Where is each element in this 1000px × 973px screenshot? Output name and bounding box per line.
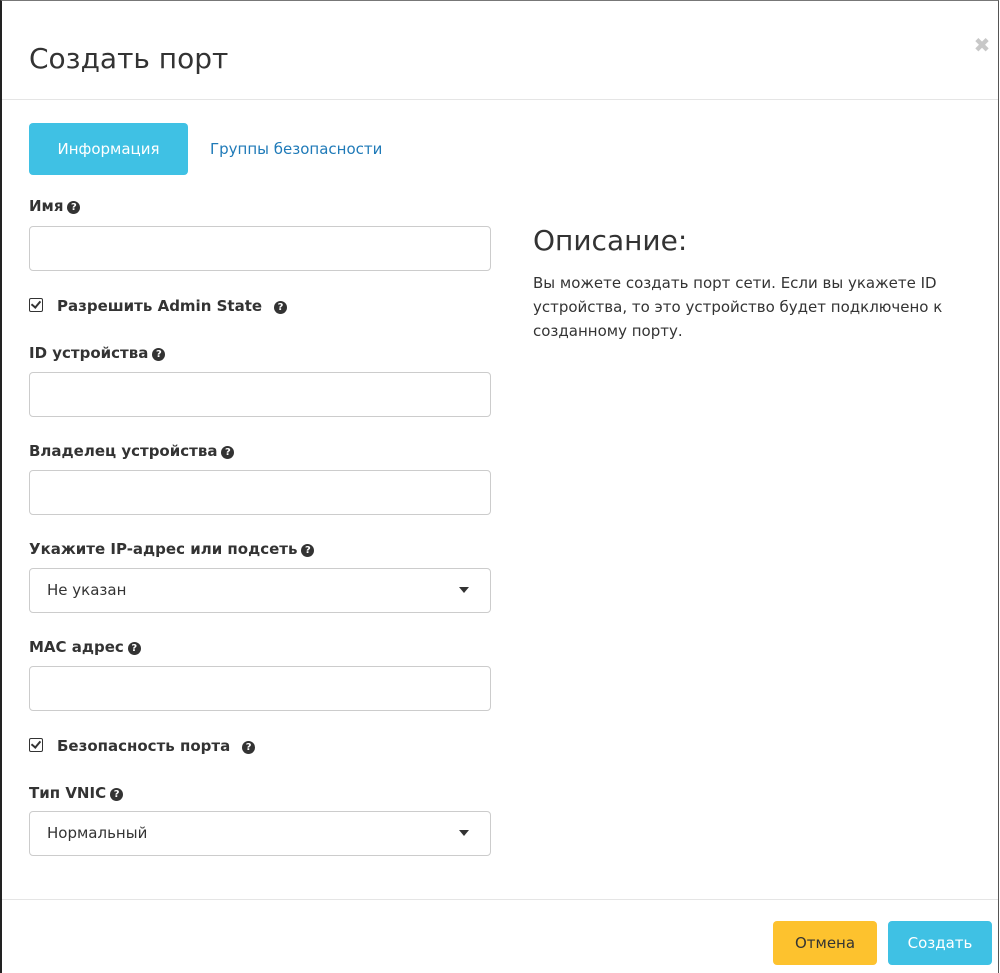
checkbox-checked-icon[interactable] [29, 738, 43, 752]
port-security-label: Безопасность порта [57, 737, 231, 755]
create-port-modal: Создать порт ✖ Информация Группы безопас… [0, 0, 999, 973]
create-button[interactable]: Создать [888, 921, 992, 965]
device-owner-label: Владелец устройства? [29, 442, 235, 460]
help-icon[interactable]: ? [301, 544, 315, 557]
device-id-label-text: ID устройства [29, 344, 149, 362]
vnic-type-label: Тип VNIC? [29, 784, 124, 802]
help-icon[interactable]: ? [274, 301, 288, 314]
mac-address-label-text: MAC адрес [29, 638, 124, 656]
help-icon[interactable]: ? [221, 446, 235, 459]
chevron-down-icon [459, 587, 469, 593]
vnic-type-label-text: Тип VNIC [29, 784, 107, 802]
help-icon[interactable]: ? [242, 741, 256, 754]
checkbox-checked-icon[interactable] [29, 298, 43, 312]
help-icon[interactable]: ? [152, 348, 166, 361]
vnic-type-selected-value: Нормальный [47, 824, 148, 842]
device-id-label: ID устройства? [29, 344, 166, 362]
cancel-button[interactable]: Отмена [773, 921, 877, 965]
mac-address-label: MAC адрес? [29, 638, 141, 656]
device-owner-input[interactable] [29, 470, 491, 515]
ip-subnet-label-text: Укажите IP-адрес или подсеть [29, 540, 298, 558]
help-icon[interactable]: ? [127, 642, 141, 655]
description-title: Описание: [533, 224, 688, 257]
ip-subnet-label: Укажите IP-адрес или подсеть? [29, 540, 315, 558]
description-text: Вы можете создать порт сети. Если вы ука… [533, 274, 943, 340]
port-security-checkbox[interactable]: Безопасность порта? [29, 737, 256, 755]
tab-security-groups[interactable]: Группы безопасности [210, 123, 382, 175]
ip-subnet-select[interactable]: Не указан [29, 568, 491, 613]
admin-state-label: Разрешить Admin State [57, 297, 263, 315]
name-label: Имя? [29, 197, 81, 215]
admin-state-checkbox[interactable]: Разрешить Admin State? [29, 297, 288, 315]
chevron-down-icon [459, 830, 469, 836]
mac-address-input[interactable] [29, 666, 491, 711]
name-label-text: Имя [29, 197, 64, 215]
tab-information[interactable]: Информация [29, 123, 188, 175]
modal-header: Создать порт ✖ [2, 1, 998, 100]
name-input[interactable] [29, 226, 491, 271]
ip-subnet-selected-value: Не указан [47, 581, 127, 599]
device-owner-label-text: Владелец устройства [29, 442, 218, 460]
vnic-type-select[interactable]: Нормальный [29, 811, 491, 856]
device-id-input[interactable] [29, 372, 491, 417]
close-icon[interactable]: ✖ [972, 35, 992, 55]
modal-title: Создать порт [29, 42, 229, 75]
help-icon[interactable]: ? [110, 788, 124, 801]
help-icon[interactable]: ? [67, 201, 81, 214]
